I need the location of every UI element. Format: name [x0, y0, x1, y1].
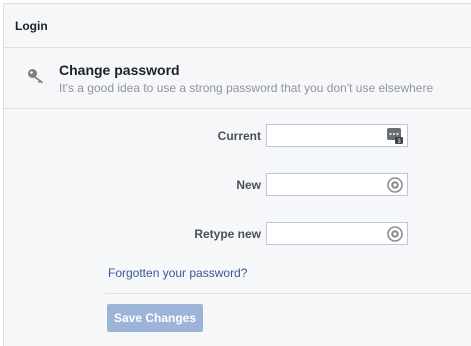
current-password-input[interactable] — [267, 125, 385, 146]
divider — [105, 293, 471, 294]
save-changes-button[interactable]: Save Changes — [107, 304, 203, 332]
panel-header: Login — [4, 4, 471, 48]
new-password-input[interactable] — [267, 174, 385, 195]
key-icon — [28, 69, 43, 84]
lastpass-icon[interactable] — [387, 226, 403, 242]
current-password-label: Current — [217, 129, 261, 143]
retype-password-label: Retype new — [194, 227, 261, 241]
lastpass-icon[interactable] — [387, 177, 403, 193]
settings-panel: Login Change password It's a good idea t… — [3, 3, 471, 346]
retype-password-field[interactable] — [266, 222, 408, 245]
section-subtitle: It's a good idea to use a strong passwor… — [59, 81, 434, 95]
panel-title: Login — [15, 19, 48, 33]
current-password-field[interactable]: 3 — [266, 124, 408, 147]
new-password-label: New — [236, 178, 261, 192]
change-password-section-header: Change password It's a good idea to use … — [4, 48, 471, 109]
forgot-password-link[interactable]: Forgotten your password? — [108, 266, 247, 280]
password-manager-icon[interactable]: 3 — [387, 128, 403, 144]
new-password-field[interactable] — [266, 173, 408, 196]
retype-password-input[interactable] — [267, 223, 385, 244]
section-title: Change password — [59, 62, 180, 78]
